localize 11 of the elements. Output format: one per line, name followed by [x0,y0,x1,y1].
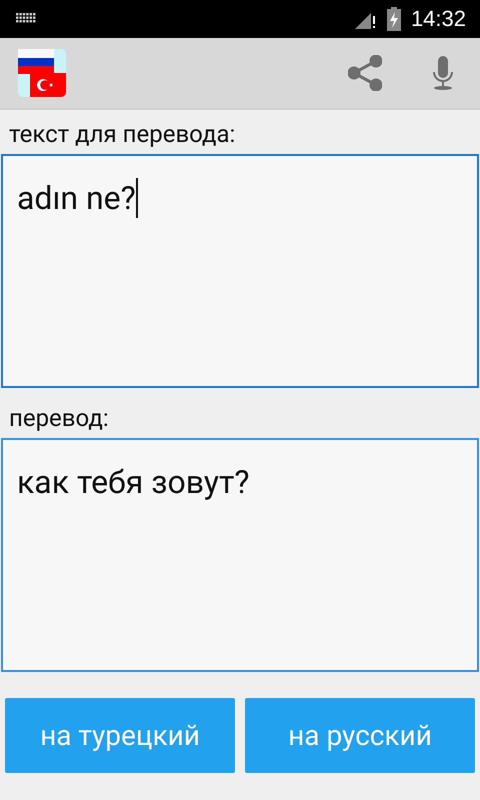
result-label: перевод: [8,403,110,434]
battery-icon [386,7,401,31]
output-field[interactable]: как тебя зовут? [1,438,479,672]
text-cursor [136,178,138,218]
input-field[interactable]: adın ne? [1,154,479,388]
share-icon[interactable] [348,55,382,91]
flags-logo-icon [18,49,66,97]
source-label: текст для перевода: [8,119,236,150]
status-time: 14:32 [410,6,466,32]
keyboard-icon [16,13,36,25]
microphone-icon[interactable] [432,56,454,90]
